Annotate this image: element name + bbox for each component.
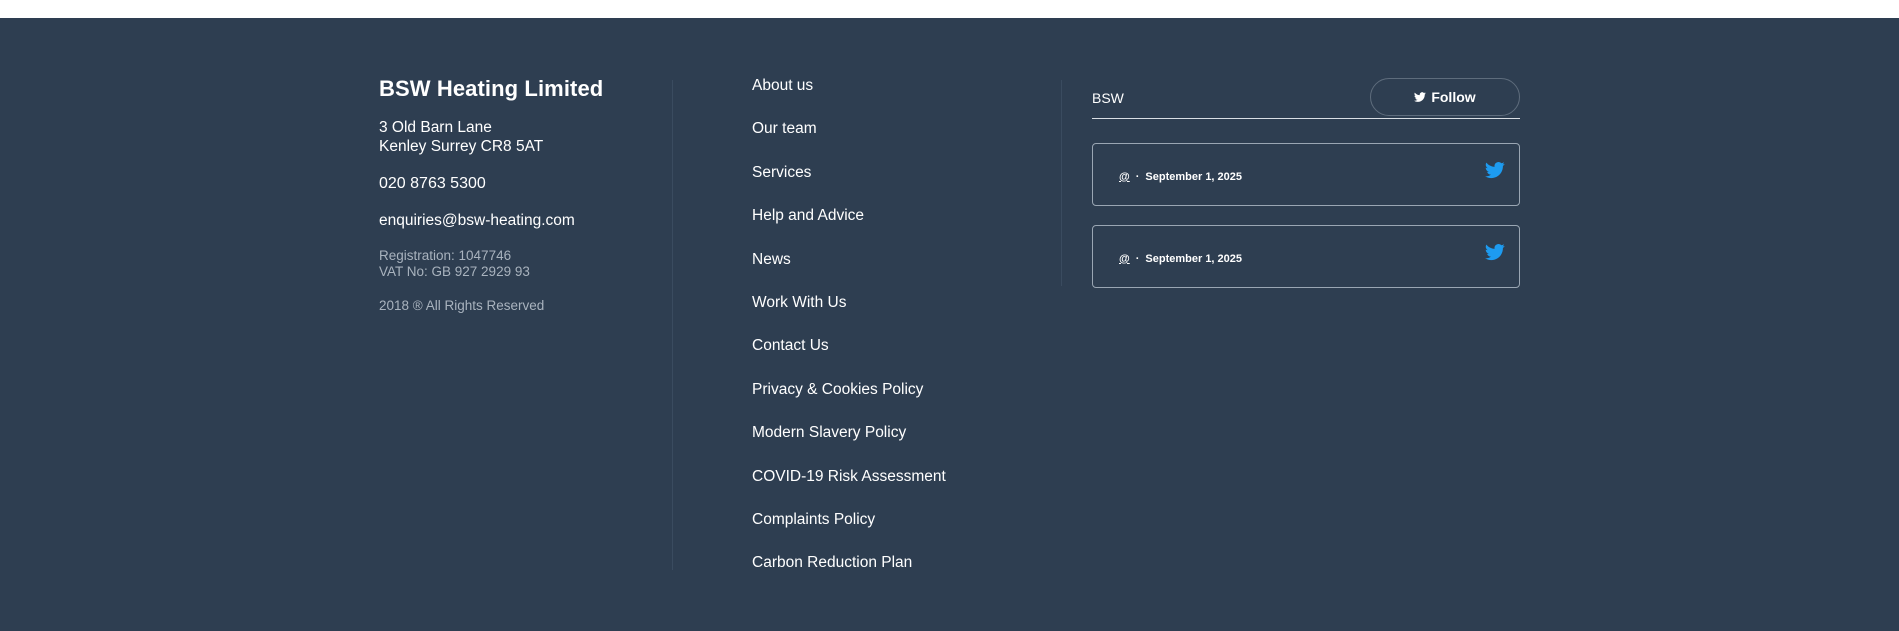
company-email[interactable]: enquiries@bsw-heating.com — [379, 212, 669, 230]
column-divider — [1061, 80, 1062, 286]
footer-link-news[interactable]: News — [752, 250, 1032, 293]
tweet-date[interactable]: September 1, 2025 — [1145, 171, 1242, 183]
tweet-card[interactable]: @ · September 1, 2025 — [1092, 225, 1520, 288]
footer-link-privacy-cookies[interactable]: Privacy & Cookies Policy — [752, 380, 1032, 423]
vat-number: VAT No: GB 927 2929 93 — [379, 264, 530, 279]
address-line-2: Kenley Surrey CR8 5AT — [379, 138, 544, 155]
follow-button-label: Follow — [1431, 89, 1476, 105]
footer-link-contact-us[interactable]: Contact Us — [752, 336, 1032, 379]
registration-info: Registration: 1047746 VAT No: GB 927 292… — [379, 248, 669, 280]
twitter-feed: BSW Follow @ · September 1, 2025 @ · Sep… — [1092, 78, 1520, 313]
twitter-feed-header: BSW Follow — [1092, 78, 1520, 119]
company-address: 3 Old Barn Lane Kenley Surrey CR8 5AT — [379, 118, 669, 156]
footer-link-about-us[interactable]: About us — [752, 76, 1032, 119]
top-page-strip — [0, 0, 1899, 18]
tweet-meta: @ · September 1, 2025 — [1119, 171, 1242, 183]
column-divider — [672, 80, 673, 570]
twitter-account-name: BSW — [1092, 90, 1124, 106]
twitter-bird-icon — [1414, 92, 1427, 102]
footer-link-carbon-reduction[interactable]: Carbon Reduction Plan — [752, 553, 1032, 596]
company-info: BSW Heating Limited 3 Old Barn Lane Kenl… — [379, 76, 669, 313]
footer-link-our-team[interactable]: Our team — [752, 119, 1032, 162]
footer-link-complaints[interactable]: Complaints Policy — [752, 510, 1032, 553]
footer-link-help-and-advice[interactable]: Help and Advice — [752, 206, 1032, 249]
footer-link-work-with-us[interactable]: Work With Us — [752, 293, 1032, 336]
footer-link-modern-slavery[interactable]: Modern Slavery Policy — [752, 423, 1032, 466]
tweet-list[interactable]: @ · September 1, 2025 @ · September 1, 2… — [1092, 143, 1520, 313]
company-phone[interactable]: 020 8763 5300 — [379, 175, 669, 193]
tweet-meta: @ · September 1, 2025 — [1119, 253, 1242, 265]
registration-number: Registration: 1047746 — [379, 248, 512, 263]
address-line-1: 3 Old Barn Lane — [379, 119, 492, 136]
footer-nav: About us Our team Services Help and Advi… — [752, 76, 1032, 597]
follow-button[interactable]: Follow — [1370, 78, 1520, 116]
footer-link-covid-risk[interactable]: COVID-19 Risk Assessment — [752, 467, 1032, 510]
tweet-handle[interactable]: @ — [1119, 171, 1130, 183]
tweet-date[interactable]: September 1, 2025 — [1145, 253, 1242, 265]
tweet-handle[interactable]: @ — [1119, 253, 1130, 265]
copyright-text: 2018 ® All Rights Reserved — [379, 298, 545, 313]
tweet-separator: · — [1135, 171, 1140, 183]
tweet-separator: · — [1135, 253, 1140, 265]
tweet-card[interactable]: @ · September 1, 2025 — [1092, 143, 1520, 206]
site-footer: BSW Heating Limited 3 Old Barn Lane Kenl… — [0, 18, 1899, 631]
twitter-bird-icon[interactable] — [1485, 160, 1505, 180]
footer-link-services[interactable]: Services — [752, 163, 1032, 206]
twitter-bird-icon[interactable] — [1485, 242, 1505, 262]
company-name: BSW Heating Limited — [379, 76, 604, 101]
